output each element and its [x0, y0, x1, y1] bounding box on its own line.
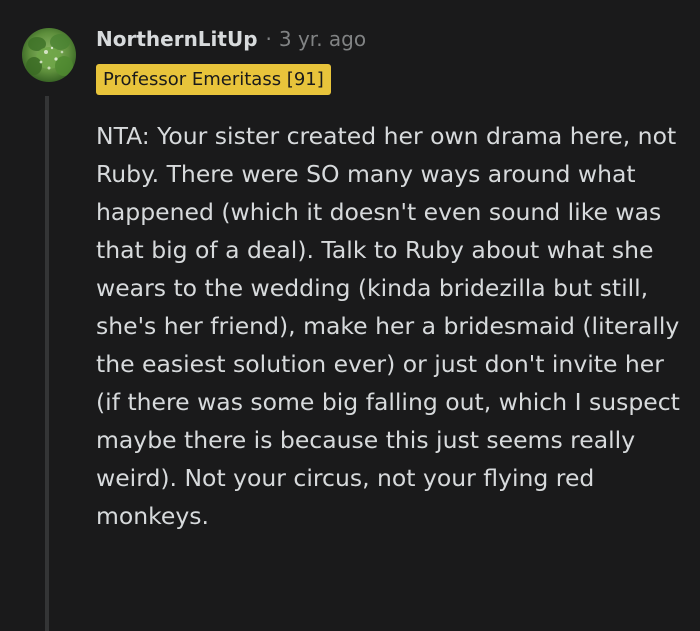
- username-link[interactable]: NorthernLitUp: [96, 27, 258, 51]
- comment-header: NorthernLitUp · 3 yr. ago: [96, 24, 366, 54]
- user-flair: Professor Emeritass [91]: [96, 64, 331, 95]
- avatar-icon: [22, 28, 76, 82]
- timestamp[interactable]: 3 yr. ago: [279, 27, 366, 51]
- comment: NorthernLitUp · 3 yr. ago Professor Emer…: [0, 0, 700, 631]
- avatar[interactable]: [22, 28, 76, 82]
- thread-collapse-line[interactable]: [45, 96, 49, 631]
- separator-dot: ·: [265, 27, 272, 51]
- comment-body: NTA: Your sister created her own drama h…: [96, 122, 680, 530]
